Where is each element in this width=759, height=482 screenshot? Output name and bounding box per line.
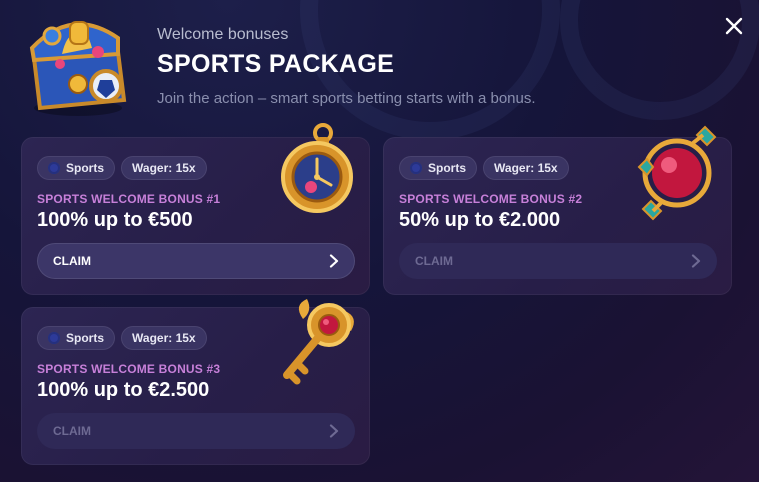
claim-button-label: CLAIM <box>53 254 91 268</box>
bonus-tags: Sports Wager: 15x <box>399 156 569 180</box>
bonus-tags: Sports Wager: 15x <box>37 156 207 180</box>
ruby-amulet-icon <box>637 125 717 221</box>
sports-tag: Sports <box>37 156 116 180</box>
bonus-label: SPORTS WELCOME BONUS #3 <box>37 362 221 376</box>
bonus-title: 100% up to €500 <box>37 209 193 231</box>
claim-button[interactable]: CLAIM <box>399 243 717 279</box>
chevron-right-icon <box>691 254 701 268</box>
sports-icon <box>48 332 60 344</box>
bonus-tags: Sports Wager: 15x <box>37 326 207 350</box>
bonus-card-3: Sports Wager: 15x SPORTS WELCOME BONUS #… <box>21 299 370 465</box>
sports-tag-label: Sports <box>428 161 467 175</box>
claim-button[interactable]: CLAIM <box>37 413 355 449</box>
bonus-title: 50% up to €2.000 <box>399 209 561 231</box>
wager-tag: Wager: 15x <box>121 156 207 180</box>
wager-tag: Wager: 15x <box>121 326 207 350</box>
sports-tag-label: Sports <box>66 331 105 345</box>
pocket-watch-icon <box>281 123 353 213</box>
welcome-bonuses-subtitle: Welcome bonuses <box>157 26 289 43</box>
bonus-title: 100% up to €2.500 <box>37 379 210 401</box>
golden-key-icon <box>283 299 354 385</box>
chevron-right-icon <box>329 254 339 268</box>
wager-tag-label: Wager: 15x <box>132 331 196 345</box>
wager-tag-label: Wager: 15x <box>132 161 196 175</box>
wager-tag: Wager: 15x <box>483 156 569 180</box>
claim-button-label: CLAIM <box>53 424 91 438</box>
sports-tag: Sports <box>399 156 478 180</box>
bonus-label: SPORTS WELCOME BONUS #2 <box>399 192 583 206</box>
bonus-card-1: Sports Wager: 15x SPORTS WELCOME BONUS #… <box>21 123 370 295</box>
sports-tag-label: Sports <box>66 161 105 175</box>
claim-button[interactable]: CLAIM <box>37 243 355 279</box>
wager-tag-label: Wager: 15x <box>494 161 558 175</box>
close-icon[interactable] <box>722 14 746 38</box>
sports-icon <box>48 162 60 174</box>
sports-icon <box>410 162 422 174</box>
treasure-chest-icon <box>29 21 127 116</box>
bonus-label: SPORTS WELCOME BONUS #1 <box>37 192 221 206</box>
page-title: SPORTS PACKAGE <box>157 50 395 78</box>
page-description: Join the action – smart sports betting s… <box>157 90 536 107</box>
bonus-card-2: Sports Wager: 15x SPORTS WELCOME BONUS #… <box>383 125 732 295</box>
sports-tag: Sports <box>37 326 116 350</box>
claim-button-label: CLAIM <box>415 254 453 268</box>
chevron-right-icon <box>329 424 339 438</box>
